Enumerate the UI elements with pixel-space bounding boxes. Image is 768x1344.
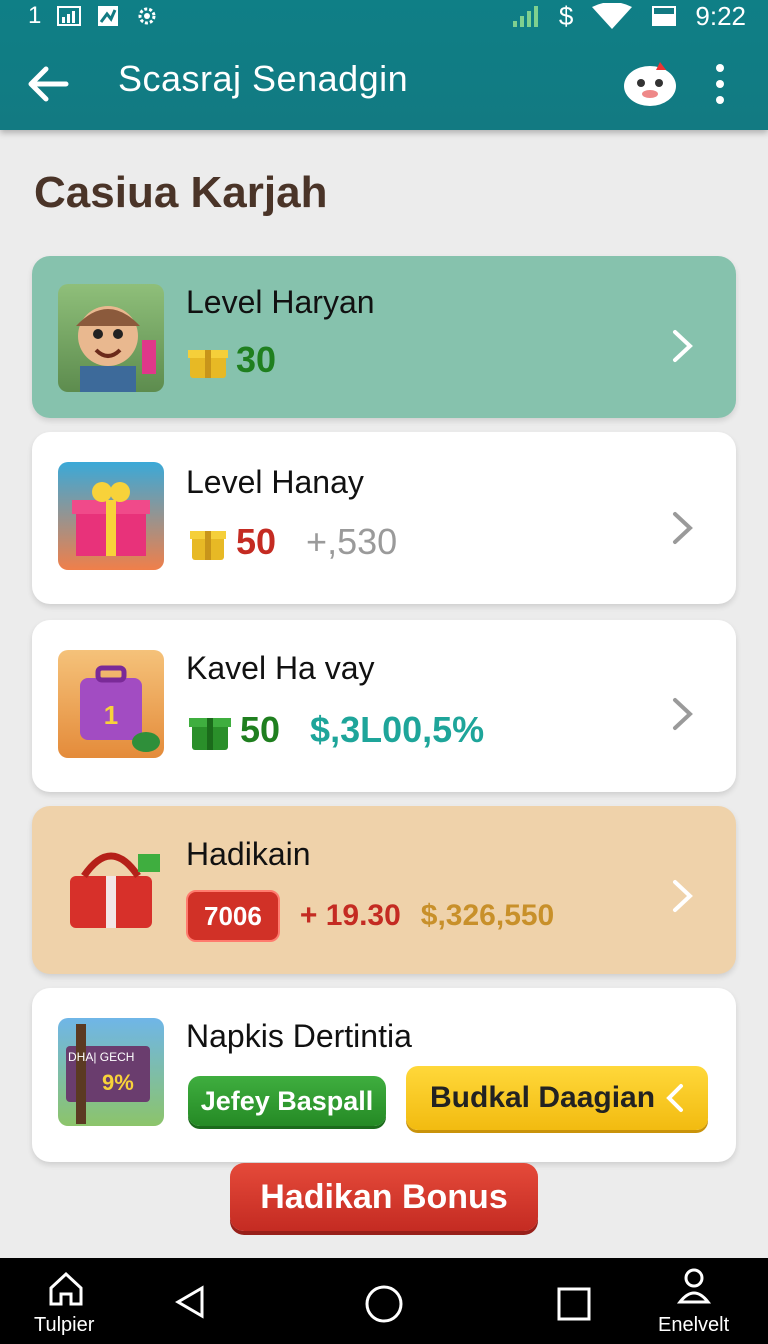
app-bar: Scasraj Senadgin — [0, 40, 768, 124]
card-extra-2: $,326,550 — [420, 899, 555, 932]
status-left: 1 — [28, 0, 159, 32]
red-basket-illustration — [70, 852, 160, 928]
basket-thumbnail — [58, 832, 164, 940]
card-extra-1: + 19.30 — [299, 899, 401, 932]
image-icon — [98, 6, 119, 26]
cell-signal-icon — [512, 6, 538, 27]
status-right: $ 9:22 — [511, 0, 746, 32]
card-extra: $,3L00,5% — [310, 709, 485, 750]
card-title: Kavel Ha vay — [186, 650, 375, 686]
nav-recents-icon[interactable] — [556, 1286, 592, 1322]
card-title: Level Haryan — [186, 284, 375, 320]
dollar-status-icon: $ — [558, 0, 574, 31]
budkal-daagian-label: Budkal Daagian — [430, 1081, 656, 1114]
back-arrow-icon[interactable] — [24, 60, 72, 108]
sign-number: 9% — [102, 1070, 134, 1095]
nav-back-icon[interactable] — [172, 1282, 208, 1322]
nav-right-label[interactable]: Enelvelt — [658, 1314, 729, 1337]
chevron-right-icon[interactable] — [670, 328, 696, 364]
gift-box-illustration — [72, 482, 150, 556]
sign-text: DHA| GECH — [68, 1050, 135, 1064]
gold-gift-icon — [188, 350, 228, 378]
napkis-card: DHA| GECH 9% Napkis Dertintia Jefey Basp… — [32, 988, 736, 1162]
home-icon[interactable] — [46, 1268, 86, 1308]
hadikain-card[interactable]: Hadikain 7006 + 19.30 $,326,550 — [32, 806, 736, 974]
card-title: Hadikain — [186, 836, 311, 872]
card-reward-row: 50 +,530 — [186, 520, 397, 564]
level-card-1[interactable]: Level Haryan 30 — [32, 256, 736, 418]
more-options-icon[interactable] — [706, 62, 734, 106]
character-thumbnail — [58, 284, 164, 392]
card-title: Napkis Dertintia — [186, 1018, 412, 1054]
page-heading: Casiua Karjah — [34, 168, 328, 217]
signpost-thumbnail: DHA| GECH 9% — [58, 1018, 164, 1126]
bottom-nav-bar: Tulpier Enelvelt — [0, 1258, 768, 1344]
chevron-left-icon — [666, 1084, 683, 1112]
app-title: Scasraj Senadgin — [118, 58, 409, 99]
battery-icon — [652, 6, 677, 26]
card-reward-row: 30 — [186, 338, 276, 382]
card-extra: +,530 — [306, 521, 398, 562]
card-title: Level Hanay — [186, 464, 364, 500]
status-left-text: 1 — [28, 2, 42, 29]
card-value: 50 — [240, 709, 281, 750]
level-card-2[interactable]: Level Hanay 50 +,530 — [32, 432, 736, 604]
character-illustration — [76, 306, 156, 392]
suitcase-illustration: 1 — [80, 665, 160, 752]
green-gift-icon — [189, 718, 231, 750]
status-time: 9:22 — [695, 0, 746, 31]
signal-bars-icon — [57, 6, 82, 26]
profile-icon[interactable] — [676, 1266, 712, 1306]
top-bar: 1 $ 9:22 Scasraj Senadgin — [0, 0, 768, 130]
chevron-right-icon[interactable] — [670, 878, 696, 914]
nav-home-circle-icon[interactable] — [364, 1284, 404, 1324]
settings-gear-icon — [138, 7, 156, 25]
svg-text:1: 1 — [104, 700, 118, 730]
card-reward-row: 50 $,3L00,5% — [186, 706, 484, 754]
level-card-3[interactable]: 1 Kavel Ha vay 50 $,3L00,5% — [32, 620, 736, 792]
budkal-daagian-button[interactable]: Budkal Daagian — [406, 1066, 708, 1130]
card-value: 50 — [236, 521, 277, 562]
suitcase-thumbnail: 1 — [58, 650, 164, 758]
gift-box-thumbnail — [58, 462, 164, 570]
jefey-baspall-button[interactable]: Jefey Baspall — [188, 1076, 386, 1126]
chevron-right-icon[interactable] — [670, 696, 696, 732]
bonus-button[interactable]: Hadikan Bonus — [230, 1163, 538, 1231]
mascot-avatar-icon[interactable] — [620, 56, 680, 108]
nav-left-label[interactable]: Tulpier — [34, 1314, 94, 1337]
card-value: 30 — [236, 339, 277, 380]
card-reward-row: 7006 + 19.30 $,326,550 — [186, 890, 554, 942]
status-bar: 1 $ 9:22 — [0, 0, 768, 32]
wifi-icon — [592, 3, 633, 29]
chevron-right-icon[interactable] — [670, 510, 696, 546]
red-value-badge: 7006 — [186, 890, 280, 942]
gold-gift-icon — [190, 531, 226, 560]
